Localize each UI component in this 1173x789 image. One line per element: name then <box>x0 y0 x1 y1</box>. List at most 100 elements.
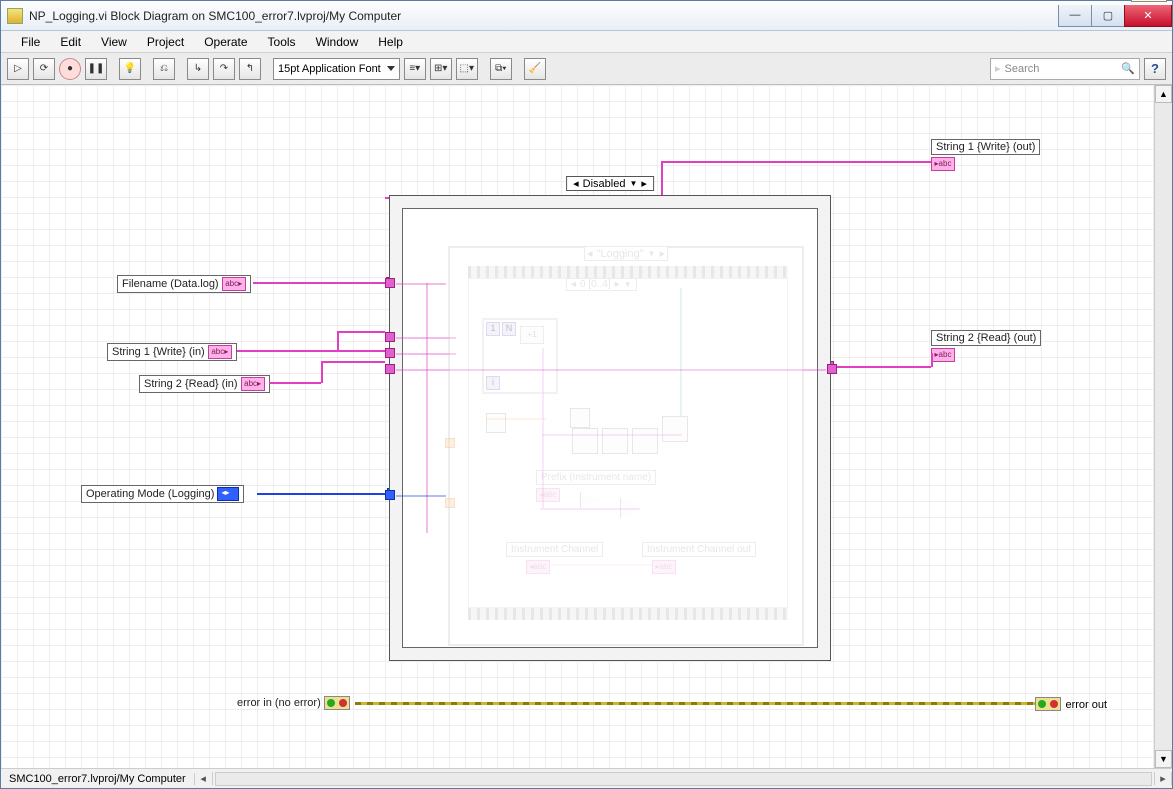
wire <box>661 161 663 197</box>
wire <box>257 493 391 495</box>
wire <box>829 366 931 368</box>
wire <box>269 382 321 384</box>
prefix-terminal[interactable]: ◂abc <box>536 486 560 504</box>
pause-button[interactable]: ❚❚ <box>85 58 107 80</box>
search-placeholder: Search <box>1005 63 1040 75</box>
menu-window[interactable]: Window <box>306 32 369 52</box>
increment-node: +1 <box>520 326 544 344</box>
font-selector[interactable]: 15pt Application Font <box>273 58 400 80</box>
const-node[interactable] <box>486 413 506 433</box>
search-area: ▸ Search 🔍 ? <box>990 58 1166 80</box>
retain-wire-button[interactable]: ⎌ <box>153 58 175 80</box>
app-window: NP_Logging.vi Block Diagram on SMC100_er… <box>0 0 1173 789</box>
wire <box>931 353 933 367</box>
vertical-scrollbar[interactable]: ▲ ▼ <box>1154 85 1172 768</box>
workspace: String 1 {Write} (out) ▸abc Filename (Da… <box>1 85 1172 768</box>
terminal-error-in[interactable]: error in (no error) <box>233 695 354 711</box>
wire <box>253 282 389 284</box>
run-continuous-button[interactable]: ⟳ <box>33 58 55 80</box>
terminal-filename[interactable]: Filename (Data.log) abc▸ <box>117 275 251 293</box>
maximize-button[interactable]: ▢ <box>1091 5 1125 27</box>
menu-file[interactable]: File <box>11 32 50 52</box>
file-node[interactable] <box>570 408 590 428</box>
menu-help[interactable]: Help <box>368 32 413 52</box>
close-button[interactable]: ✕ <box>1124 5 1172 27</box>
string2-out-indicator[interactable]: ▸abc <box>931 346 955 364</box>
sequence-top <box>468 266 788 278</box>
fn-node-2[interactable] <box>602 428 628 454</box>
wire <box>337 331 339 351</box>
cleanup-button[interactable]: 🧹 <box>524 58 546 80</box>
sequence-frame-selector[interactable]: ◂0 [0..4]▸▼ <box>566 278 637 291</box>
scroll-up-button[interactable]: ▲ <box>1155 85 1172 103</box>
step-over-button[interactable]: ↷ <box>213 58 235 80</box>
scroll-down-button[interactable]: ▼ <box>1155 750 1172 768</box>
diagram-disable-structure[interactable]: ◂Disabled▼▸ <box>389 195 831 661</box>
reorder-button[interactable]: ⧉▾ <box>490 58 512 80</box>
error-wire <box>355 702 1035 705</box>
block-diagram[interactable]: String 1 {Write} (out) ▸abc Filename (Da… <box>1 85 1154 768</box>
run-button[interactable]: ▷ <box>7 58 29 80</box>
fn-node-4[interactable] <box>662 416 688 442</box>
tunnel <box>385 332 395 342</box>
menu-edit[interactable]: Edit <box>50 32 91 52</box>
terminal-string1-out[interactable]: String 1 {Write} (out) <box>931 139 1040 155</box>
terminal-string2-in[interactable]: String 2 {Read} (in) abc▸ <box>139 375 270 393</box>
tunnel <box>385 348 395 358</box>
scroll-track[interactable] <box>1155 103 1172 750</box>
terminal-string2-out[interactable]: String 2 {Read} (out) <box>931 330 1041 346</box>
tunnel <box>385 278 395 288</box>
for-loop[interactable]: 1 N i +1 <box>482 318 558 394</box>
chan-out-terminal[interactable]: ▸abc <box>652 558 676 576</box>
terminal-op-mode[interactable]: Operating Mode (Logging) <box>81 485 244 503</box>
tunnel <box>385 364 395 374</box>
wire <box>661 161 931 163</box>
search-icon: 🔍 <box>1121 62 1135 75</box>
font-label: 15pt Application Font <box>278 63 381 75</box>
fn-node-3[interactable] <box>632 428 658 454</box>
connector-icon[interactable]: Load& <box>1131 0 1167 2</box>
terminal-error-out[interactable]: error out <box>1035 695 1107 713</box>
menubar: File Edit View Project Operate Tools Win… <box>1 31 1172 53</box>
menu-operate[interactable]: Operate <box>194 32 257 52</box>
terminal-string1-in[interactable]: String 1 {Write} (in) abc▸ <box>107 343 237 361</box>
wire <box>321 361 385 363</box>
sequence-bottom <box>468 608 788 620</box>
wire <box>337 331 385 333</box>
menu-view[interactable]: View <box>91 32 137 52</box>
abort-button[interactable]: ● <box>59 58 81 80</box>
search-input[interactable]: ▸ Search 🔍 <box>990 58 1140 80</box>
titlebar: NP_Logging.vi Block Diagram on SMC100_er… <box>1 1 1172 31</box>
inner-case-selector[interactable]: ◂"Logging"▼▸ <box>584 246 668 261</box>
minimize-button[interactable]: — <box>1058 5 1092 27</box>
fn-node-1[interactable] <box>572 428 598 454</box>
toolbar: ▷ ⟳ ● ❚❚ 💡 ⎌ ↳ ↷ ↰ 15pt Application Font… <box>1 53 1172 85</box>
scroll-right-button[interactable]: ▸ <box>1154 772 1172 785</box>
step-into-button[interactable]: ↳ <box>187 58 209 80</box>
disable-case-selector[interactable]: ◂Disabled▼▸ <box>566 176 654 191</box>
chan-in-terminal[interactable]: ◂abc <box>526 558 550 576</box>
tunnel <box>385 490 395 500</box>
scroll-left-button[interactable]: ◂ <box>195 772 213 785</box>
status-crumb[interactable]: SMC100_error7.lvproj/My Computer <box>1 773 195 785</box>
status-bar: SMC100_error7.lvproj/My Computer ◂ ▸ <box>1 768 1172 788</box>
inner-case-structure[interactable]: ◂"Logging"▼▸ ◂0 [0..4]▸▼ <box>448 246 804 646</box>
vi-icon <box>7 8 23 24</box>
resize-button[interactable]: ⬚▾ <box>456 58 478 80</box>
align-button[interactable]: ≡▾ <box>404 58 426 80</box>
step-out-button[interactable]: ↰ <box>239 58 261 80</box>
chevron-down-icon <box>387 66 395 71</box>
for-N: N <box>502 322 516 336</box>
string1-out-indicator[interactable]: ▸abc <box>931 155 955 173</box>
context-help-button[interactable]: ? <box>1144 58 1166 80</box>
for-count-1: 1 <box>486 322 500 336</box>
canvas-wrap: String 1 {Write} (out) ▸abc Filename (Da… <box>1 85 1154 768</box>
chan-in-label: Instrument Channel <box>506 542 603 557</box>
prefix-label: Prefix (Instrument name) <box>536 470 656 485</box>
horizontal-scrollbar[interactable] <box>215 772 1152 786</box>
menu-project[interactable]: Project <box>137 32 194 52</box>
menu-tools[interactable]: Tools <box>258 32 306 52</box>
distribute-button[interactable]: ⊞▾ <box>430 58 452 80</box>
chan-out-label: Instrument Channel out <box>642 542 756 557</box>
highlight-exec-button[interactable]: 💡 <box>119 58 141 80</box>
